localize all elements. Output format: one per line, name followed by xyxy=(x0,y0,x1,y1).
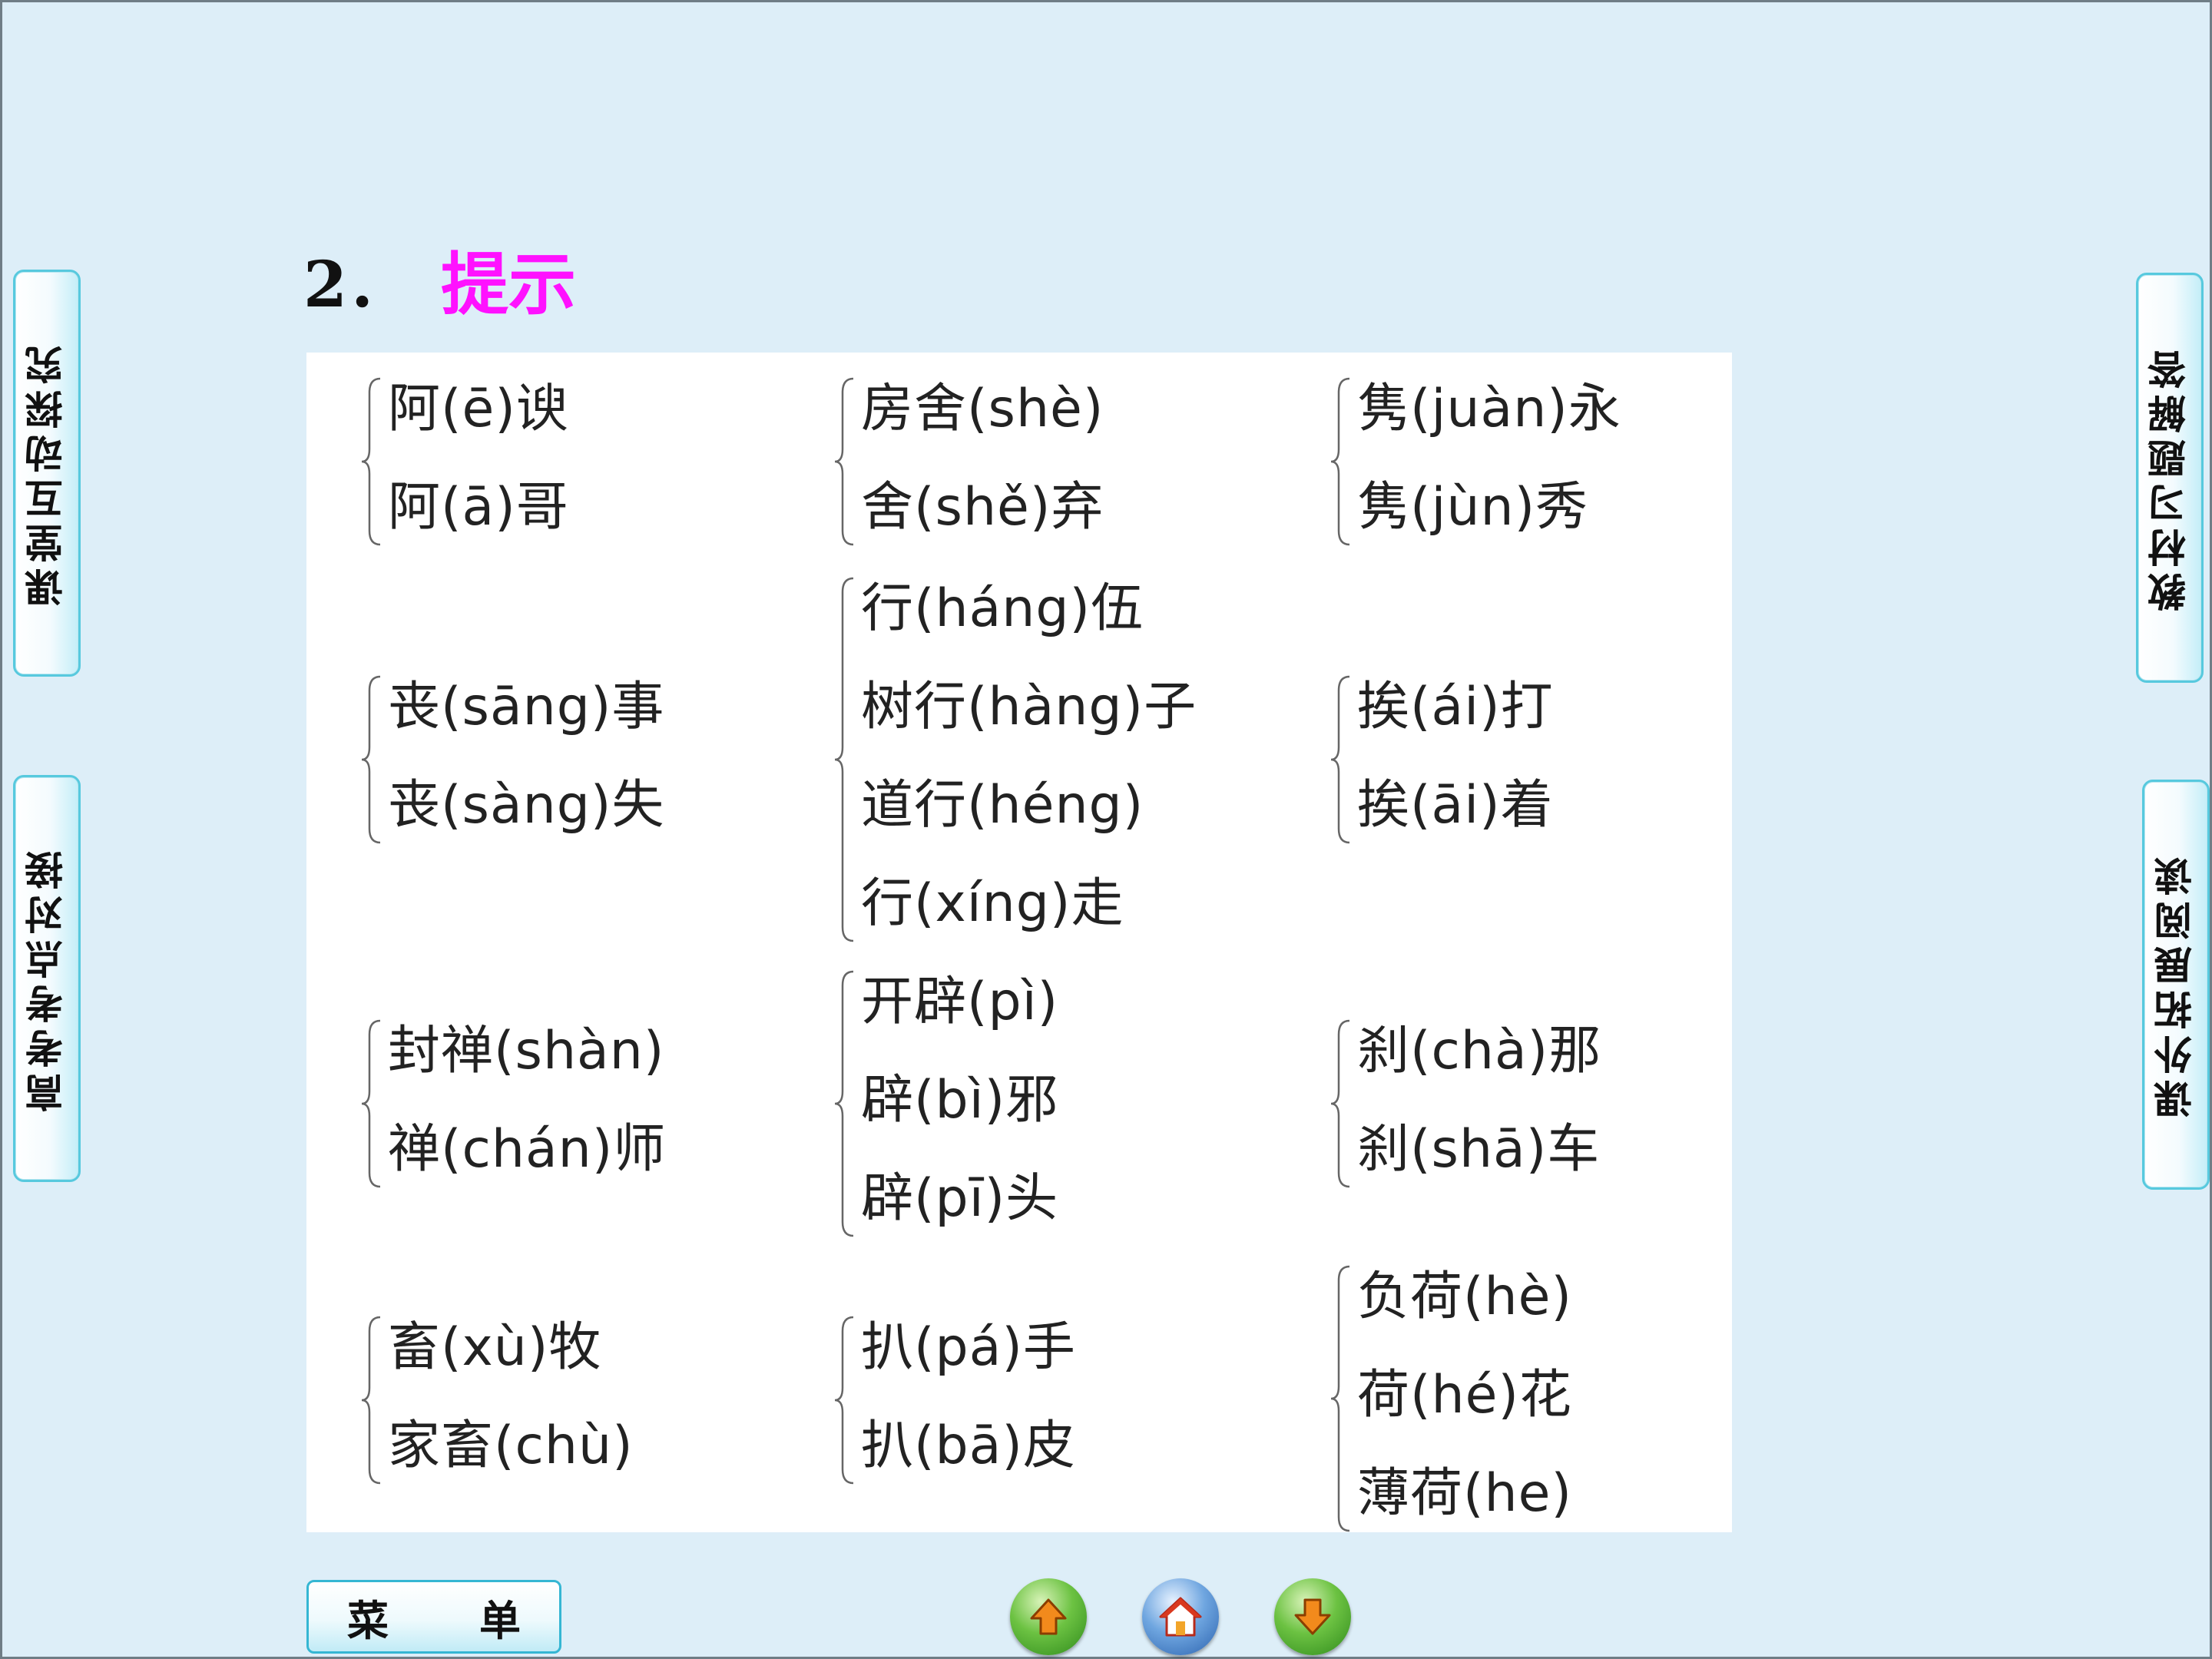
word-item: 扒(pá)手 xyxy=(861,1317,1076,1378)
side-tab-classroom-interaction[interactable]: 课堂互动探究 xyxy=(13,270,81,677)
word-item: 开辟(pì) xyxy=(861,972,1059,1032)
home-button[interactable] xyxy=(1142,1578,1219,1655)
heading-number: 2． xyxy=(303,247,411,322)
word-item: 薄荷(he) xyxy=(1357,1463,1572,1524)
word-item: 畜(xù)牧 xyxy=(388,1317,602,1378)
side-tab-label: 教材习题解答 xyxy=(2147,344,2192,611)
brace-icon xyxy=(361,377,381,546)
word-item: 隽(juàn)永 xyxy=(1357,379,1621,439)
answer-panel: 阿(ē)谀 阿(ā)哥 房舍(shè) 舍(shě)弃 隽(juàn)永 隽(j… xyxy=(306,353,1732,1532)
word-item: 禅(chán)师 xyxy=(388,1119,667,1180)
word-item: 舍(shě)弃 xyxy=(861,477,1104,538)
word-item: 负荷(hè) xyxy=(1357,1267,1572,1327)
next-page-button[interactable] xyxy=(1274,1578,1351,1655)
word-item: 扒(bā)皮 xyxy=(861,1416,1076,1476)
side-tab-label: 课外拓展阅读 xyxy=(2153,851,2198,1118)
word-item: 挨(ái)打 xyxy=(1357,677,1554,737)
word-item: 树行(hàng)子 xyxy=(861,677,1197,737)
word-item: 挨(āi)着 xyxy=(1357,775,1554,836)
word-item: 房舍(shè) xyxy=(861,379,1104,439)
word-item: 辟(bì)邪 xyxy=(861,1070,1059,1131)
brace-icon xyxy=(1330,1265,1350,1532)
word-item: 荷(hé)花 xyxy=(1357,1365,1572,1426)
word-item: 辟(pī)头 xyxy=(861,1168,1059,1229)
word-item: 封禅(shàn) xyxy=(388,1021,665,1081)
brace-icon xyxy=(1330,377,1350,546)
word-item: 丧(sāng)事 xyxy=(388,677,665,737)
brace-icon xyxy=(361,675,381,844)
menu-button-label: 菜单 xyxy=(347,1595,611,1645)
side-tab-exam-points[interactable]: 高考考点对接 xyxy=(13,775,81,1182)
word-item: 刹(shā)车 xyxy=(1357,1119,1601,1180)
side-tab-extended-reading[interactable]: 课外拓展阅读 xyxy=(2142,780,2210,1190)
word-item: 道行(héng) xyxy=(861,775,1144,836)
word-item: 阿(ē)谀 xyxy=(388,379,569,439)
menu-button[interactable]: 菜单 xyxy=(306,1580,561,1654)
brace-icon xyxy=(1330,675,1350,844)
home-icon xyxy=(1159,1597,1202,1637)
word-item: 行(háng)伍 xyxy=(861,578,1144,639)
brace-icon xyxy=(361,1316,381,1485)
word-item: 丧(sàng)失 xyxy=(388,775,665,836)
word-item: 行(xíng)走 xyxy=(861,873,1124,934)
section-heading: 2． 提示 xyxy=(303,233,576,325)
word-item: 隽(jùn)秀 xyxy=(1357,477,1589,538)
arrow-up-icon xyxy=(1030,1598,1067,1635)
brace-icon xyxy=(361,1019,381,1188)
brace-icon xyxy=(1330,1019,1350,1188)
previous-page-button[interactable] xyxy=(1010,1578,1087,1655)
word-item: 阿(ā)哥 xyxy=(388,477,569,538)
word-item: 刹(chà)那 xyxy=(1357,1021,1602,1081)
brace-icon xyxy=(834,970,854,1237)
arrow-down-icon xyxy=(1294,1598,1331,1635)
brace-icon xyxy=(834,1316,854,1485)
brace-icon xyxy=(834,377,854,546)
heading-title: 提示 xyxy=(441,243,577,324)
brace-icon xyxy=(834,577,854,942)
side-tab-label: 课堂互动探究 xyxy=(24,339,69,607)
side-tab-textbook-answers[interactable]: 教材习题解答 xyxy=(2136,273,2204,683)
word-item: 家畜(chù) xyxy=(388,1416,634,1476)
side-tab-label: 高考考点对接 xyxy=(24,845,69,1112)
